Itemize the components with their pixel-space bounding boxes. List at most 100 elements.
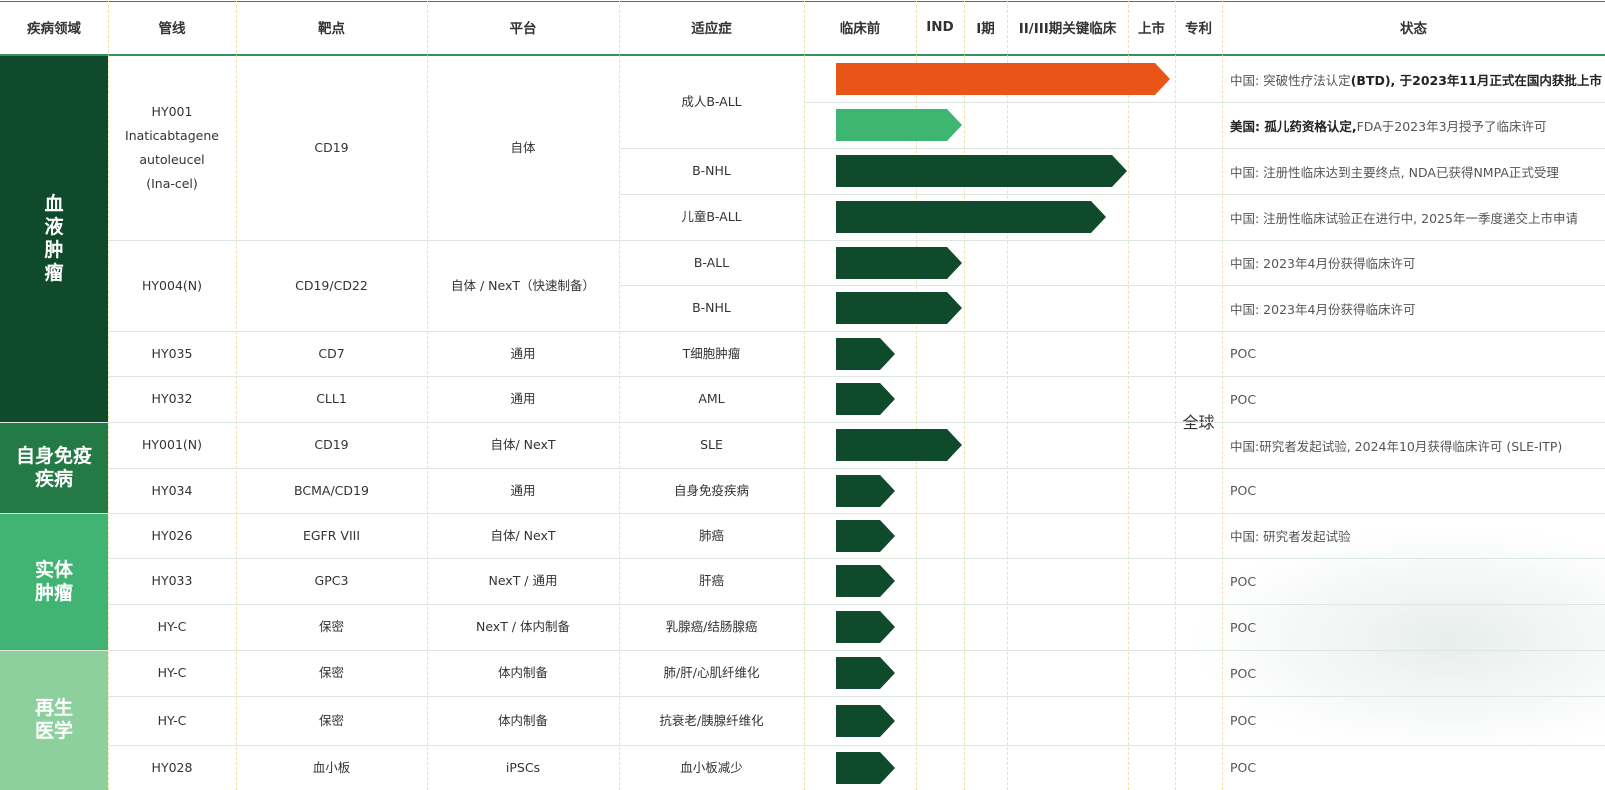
status-cell: 中国: 注册性临床试验正在进行中, 2025年一季度递交上市申请 (1230, 194, 1578, 240)
pipeline-name: HY032 (151, 391, 193, 406)
target-cell: CD19/CD22 (295, 277, 368, 293)
status-text: POC (1230, 760, 1257, 775)
status-cell: POC (1230, 604, 1256, 650)
header-phase23: II/III期关键临床 (1018, 21, 1117, 37)
header-platform: 平台 (509, 21, 537, 37)
progress-arrow-shape (836, 63, 1170, 95)
progress-arrow-shape (836, 383, 895, 415)
pipeline-cell: HY034 (108, 468, 236, 513)
target-cell: CLL1 (316, 391, 347, 406)
pipeline-name: HY033 (151, 573, 193, 588)
progress-arrow-shape (836, 337, 895, 370)
pipeline-name: (Ina-cel) (146, 176, 198, 191)
pipeline-cell: HY001 Inaticabtagene autoleucel (Ina-cel) (108, 56, 236, 240)
pipeline-cell: HY001(N) (108, 422, 236, 468)
pipeline-name: HY035 (151, 345, 193, 361)
pipeline-cell: HY028 (108, 745, 236, 790)
target-cell: CD19 (314, 437, 349, 452)
pipeline-cell: HY033 (108, 558, 236, 604)
pipeline-cell: HY-C (108, 696, 236, 745)
pipeline-cell: HY032 (108, 376, 236, 422)
indication-cell: 肺/肝/心肌纤维化 (663, 665, 760, 680)
area-regenerative: 再生医学 (0, 650, 108, 790)
status-cell: POC (1230, 696, 1256, 745)
progress-arrow (836, 201, 1106, 233)
indication-cell: 肝癌 (698, 573, 724, 588)
header-pipeline: 管线 (158, 21, 186, 37)
progress-arrow (836, 565, 895, 597)
status-text: FDA于2023年3月授予了临床许可 (1356, 118, 1547, 134)
pipeline-cell: HY026 (108, 513, 236, 558)
pipeline-name: HY004(N) (142, 277, 202, 293)
status-cell: 中国: 2023年4月份获得临床许可 (1230, 240, 1415, 285)
progress-arrow (836, 246, 962, 279)
progress-arrow (836, 611, 895, 643)
platform-cell: 自体 (510, 140, 536, 155)
pipeline-name: HY001 (151, 104, 193, 119)
pipeline-name: HY026 (151, 527, 193, 543)
status-cell: POC (1230, 331, 1256, 376)
target-cell: BCMA/CD19 (294, 482, 369, 498)
status-cell: POC (1230, 376, 1256, 422)
column-divider (964, 0, 965, 790)
platform-cell: 自体/ NexT (490, 527, 556, 543)
pipeline-cell: HY-C (108, 650, 236, 696)
platform-cell: 自体 / NexT（快速制备） (450, 277, 595, 293)
column-divider (1007, 0, 1008, 790)
platform-cell: 体内制备 (497, 665, 548, 680)
status-cell: POC (1230, 650, 1256, 696)
indication-cell: 肺癌 (698, 527, 724, 543)
progress-arrow-shape (836, 109, 962, 141)
indication-cell: 自身免疫疾病 (673, 482, 749, 498)
target-cell: 血小板 (312, 759, 351, 775)
pipeline-name: HY-C (157, 712, 187, 728)
progress-arrow (836, 63, 1170, 95)
status-text: POC (1230, 619, 1257, 635)
progress-arrow-shape (836, 751, 895, 784)
status-highlight: 美国: 孤儿药资格认定, (1230, 118, 1357, 134)
status-cell: 美国: 孤儿药资格认定, FDA于2023年3月授予了临床许可 (1230, 102, 1547, 148)
indication-cell: AML (698, 391, 725, 406)
platform-cell: 通用 (510, 482, 536, 498)
header-phase1: I期 (976, 21, 995, 37)
status-text: 中国: 注册性临床试验正在进行中, 2025年一季度递交上市申请 (1230, 210, 1578, 226)
platform-cell: 体内制备 (497, 712, 548, 728)
target-cell: CD19 (314, 140, 349, 155)
progress-arrow-shape (836, 155, 1127, 187)
indication-cell: B-NHL (692, 163, 731, 178)
pipeline-table: 疾病领域 管线 靶点 平台 适应症 临床前 IND I期 II/III期关键临床… (0, 0, 1605, 790)
status-text: POC (1230, 665, 1257, 681)
status-cell: 中国: 研究者发起试验 (1230, 513, 1351, 558)
status-text: POC (1230, 346, 1257, 361)
pipeline-cell: HY035 (108, 331, 236, 376)
progress-arrow (836, 109, 962, 141)
area-label: 实体肿瘤 (34, 558, 73, 604)
area-label: 血液肿瘤 (44, 193, 64, 284)
status-text: 中国: 2023年4月份获得临床许可 (1230, 301, 1416, 317)
progress-arrow-shape (836, 519, 895, 552)
column-divider (804, 0, 805, 790)
header-status: 状态 (1400, 21, 1427, 37)
progress-arrow-shape (836, 474, 895, 507)
status-highlight: (BTD), 于2023年11月正式在国内获批上市 (1350, 72, 1602, 88)
indication-cell: B-ALL (693, 254, 730, 270)
header-preclinical: 临床前 (839, 21, 881, 37)
column-divider (1175, 0, 1176, 790)
pipeline-cell: HY-C (108, 604, 236, 650)
target-cell: 保密 (318, 665, 344, 680)
progress-arrow (836, 429, 962, 461)
header-patent: 专利 (1185, 21, 1212, 37)
area-solid-tumor: 实体肿瘤 (0, 513, 108, 650)
area-hematologic: 血液肿瘤 (0, 56, 108, 422)
progress-arrow-shape (836, 292, 962, 324)
indication-cell: B-NHL (692, 300, 731, 315)
platform-cell: 自体/ NexT (490, 437, 556, 452)
target-cell: 保密 (318, 619, 344, 634)
progress-arrow (836, 383, 895, 415)
progress-arrow (836, 292, 962, 324)
column-divider (1128, 0, 1129, 790)
status-text: 中国: 研究者发起试验 (1230, 529, 1351, 544)
progress-arrow (836, 155, 1127, 187)
status-text: POC (1230, 573, 1257, 589)
status-cell: 中国: 2023年4月份获得临床许可 (1230, 285, 1415, 331)
